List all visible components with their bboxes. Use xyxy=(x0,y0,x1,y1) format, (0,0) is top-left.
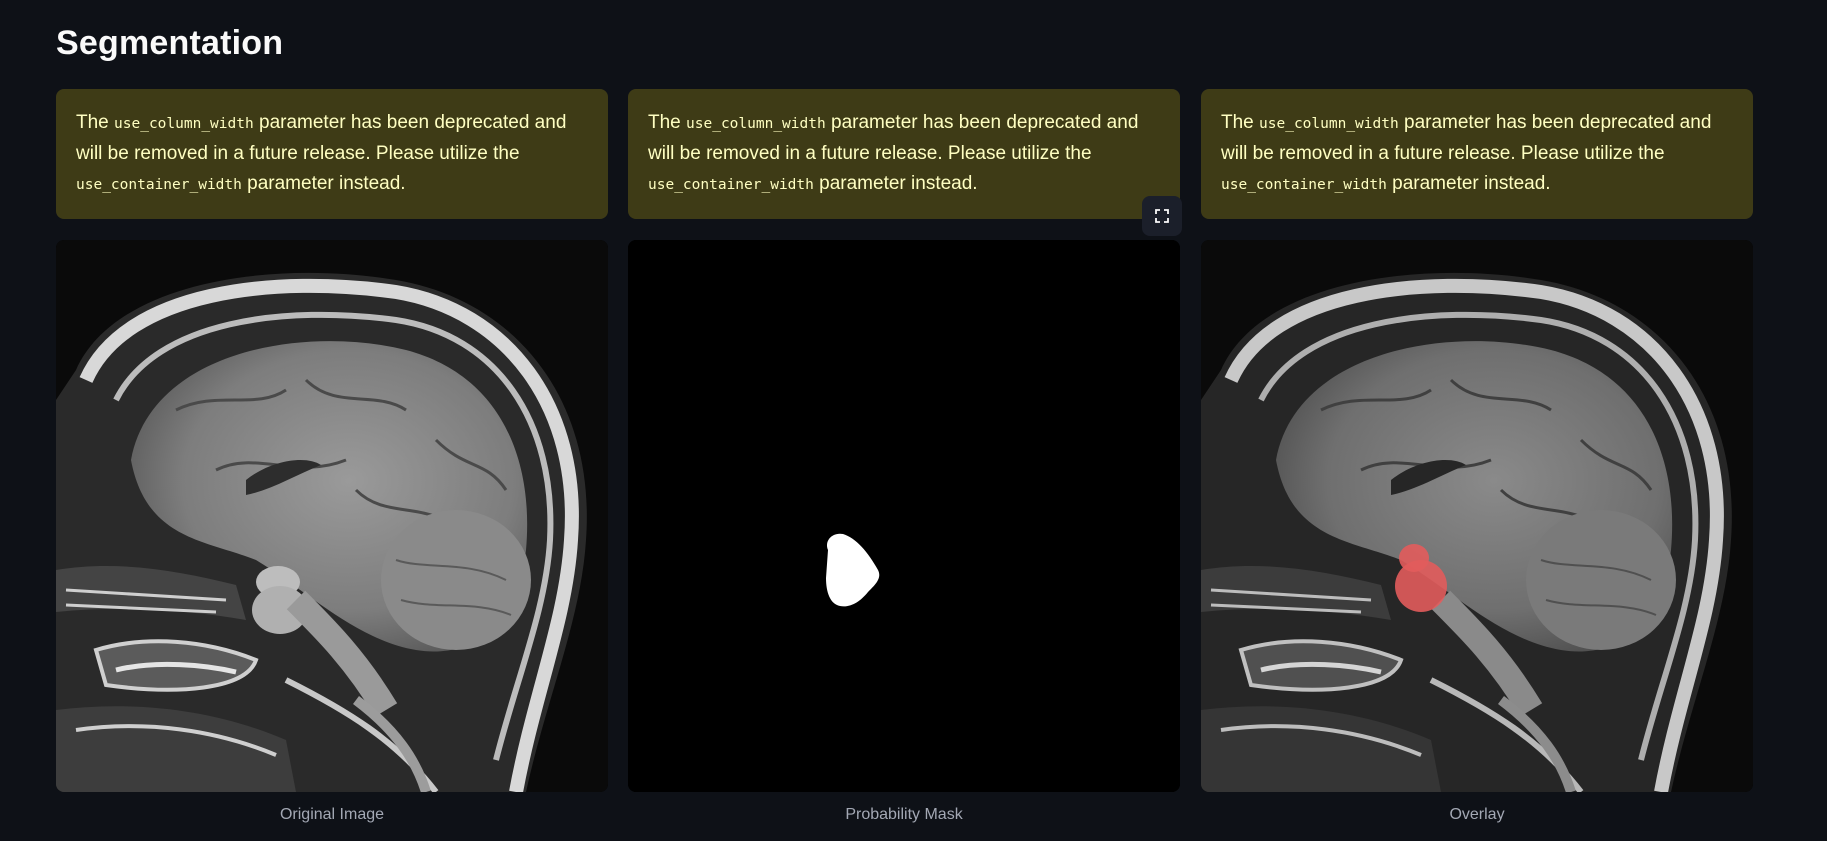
fullscreen-button[interactable] xyxy=(1142,196,1182,236)
overlay-image[interactable] xyxy=(1201,240,1753,792)
deprecation-warning: The use_column_width parameter has been … xyxy=(1201,89,1753,219)
warning-text-prefix: The xyxy=(76,112,109,133)
deprecation-warning: The use_column_width parameter has been … xyxy=(628,89,1180,219)
column-probability-mask: The use_column_width parameter has been … xyxy=(628,89,1180,824)
old-parameter-code: use_column_width xyxy=(114,116,254,132)
old-parameter-code: use_column_width xyxy=(1259,116,1399,132)
page-title: Segmentation xyxy=(56,24,284,62)
warning-text-suffix: parameter instead. xyxy=(247,173,406,194)
caption-original-image: Original Image xyxy=(279,806,385,823)
fullscreen-icon xyxy=(1155,209,1169,223)
old-parameter-code: use_column_width xyxy=(686,116,826,132)
segmentation-page: Segmentation The use_column_width parame… xyxy=(0,0,1827,841)
new-parameter-code: use_container_width xyxy=(76,177,242,193)
warning-text-prefix: The xyxy=(648,112,681,133)
warning-text-suffix: parameter instead. xyxy=(819,173,978,194)
column-overlay: The use_column_width parameter has been … xyxy=(1201,89,1753,824)
original-image[interactable] xyxy=(56,240,608,792)
mri-overlay-image xyxy=(1201,240,1753,792)
mask-image xyxy=(628,240,1180,792)
new-parameter-code: use_container_width xyxy=(1221,177,1387,193)
mri-scan-image xyxy=(56,240,608,792)
deprecation-warning: The use_column_width parameter has been … xyxy=(56,89,608,219)
warning-text-suffix: parameter instead. xyxy=(1392,173,1551,194)
warning-text-prefix: The xyxy=(1221,112,1254,133)
new-parameter-code: use_container_width xyxy=(648,177,814,193)
caption-probability-mask: Probability Mask xyxy=(845,806,963,823)
column-original: The use_column_width parameter has been … xyxy=(56,89,608,824)
probability-mask-image[interactable] xyxy=(628,240,1180,792)
caption-overlay: Overlay xyxy=(1449,806,1505,823)
